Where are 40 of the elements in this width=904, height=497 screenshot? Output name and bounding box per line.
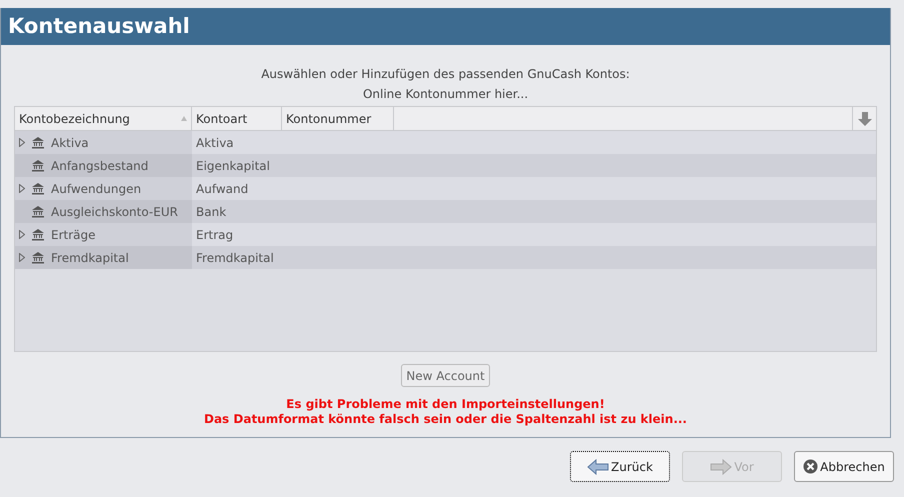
cancel-icon — [803, 459, 818, 474]
down-arrow-icon — [856, 110, 872, 126]
account-type: Bank — [196, 204, 226, 220]
expander-icon[interactable] — [19, 184, 25, 193]
bank-icon — [31, 182, 45, 195]
instruction-text: Auswählen oder Hinzufügen des passenden GnuCash Kontos: — [261, 66, 630, 83]
account-name: Ausgleichskonto-EUR — [51, 204, 178, 220]
account-type: Eigenkapital — [196, 158, 270, 174]
expander-icon[interactable] — [19, 138, 25, 147]
column-header[interactable]: Kontonummer — [282, 107, 394, 130]
right-arrow-icon — [710, 458, 732, 474]
instruction-text: Online Kontonummer hier... — [362, 86, 528, 103]
window-title: Kontenauswahl — [8, 12, 190, 40]
error-message: Es gibt Probleme mit den Importeinstellungen! — [286, 397, 605, 412]
account-type: Aktiva — [196, 134, 234, 152]
account-name: Anfangsbestand — [51, 158, 148, 174]
wizard-button[interactable]: Zurück — [570, 451, 670, 482]
wizard-button[interactable]: Abbrechen — [794, 451, 894, 482]
new-account-button[interactable]: New Account — [401, 364, 490, 387]
account-name: Aufwendungen — [51, 180, 142, 198]
account-type: Fremdkapital — [196, 250, 274, 266]
account-name: Aktiva — [51, 134, 89, 152]
account-row[interactable]: Fremdkapital Fremdkapital — [15, 246, 876, 269]
account-name: Erträge — [51, 226, 96, 244]
expander-icon[interactable] — [19, 253, 25, 262]
left-arrow-icon — [587, 458, 610, 474]
account-type: Ertrag — [196, 226, 234, 244]
account-row[interactable]: Anfangsbestand Eigenkapital — [15, 154, 876, 177]
bank-icon — [31, 159, 45, 172]
error-message: Das Datumformat könnte falsch sein oder die Spaltenzahl ist zu klein... — [204, 412, 687, 427]
bank-icon — [31, 136, 45, 149]
account-name: Fremdkapital — [51, 250, 129, 266]
account-row[interactable]: Ausgleichskonto-EUR Bank — [15, 200, 876, 223]
bank-icon — [31, 228, 45, 241]
column-header[interactable]: Kontoart — [192, 107, 282, 130]
bank-icon — [31, 251, 45, 264]
account-type: Aufwand — [196, 180, 248, 198]
expander-icon[interactable] — [19, 230, 25, 239]
column-header[interactable]: Kontobezeichnung — [15, 107, 192, 130]
bank-icon — [31, 205, 45, 218]
